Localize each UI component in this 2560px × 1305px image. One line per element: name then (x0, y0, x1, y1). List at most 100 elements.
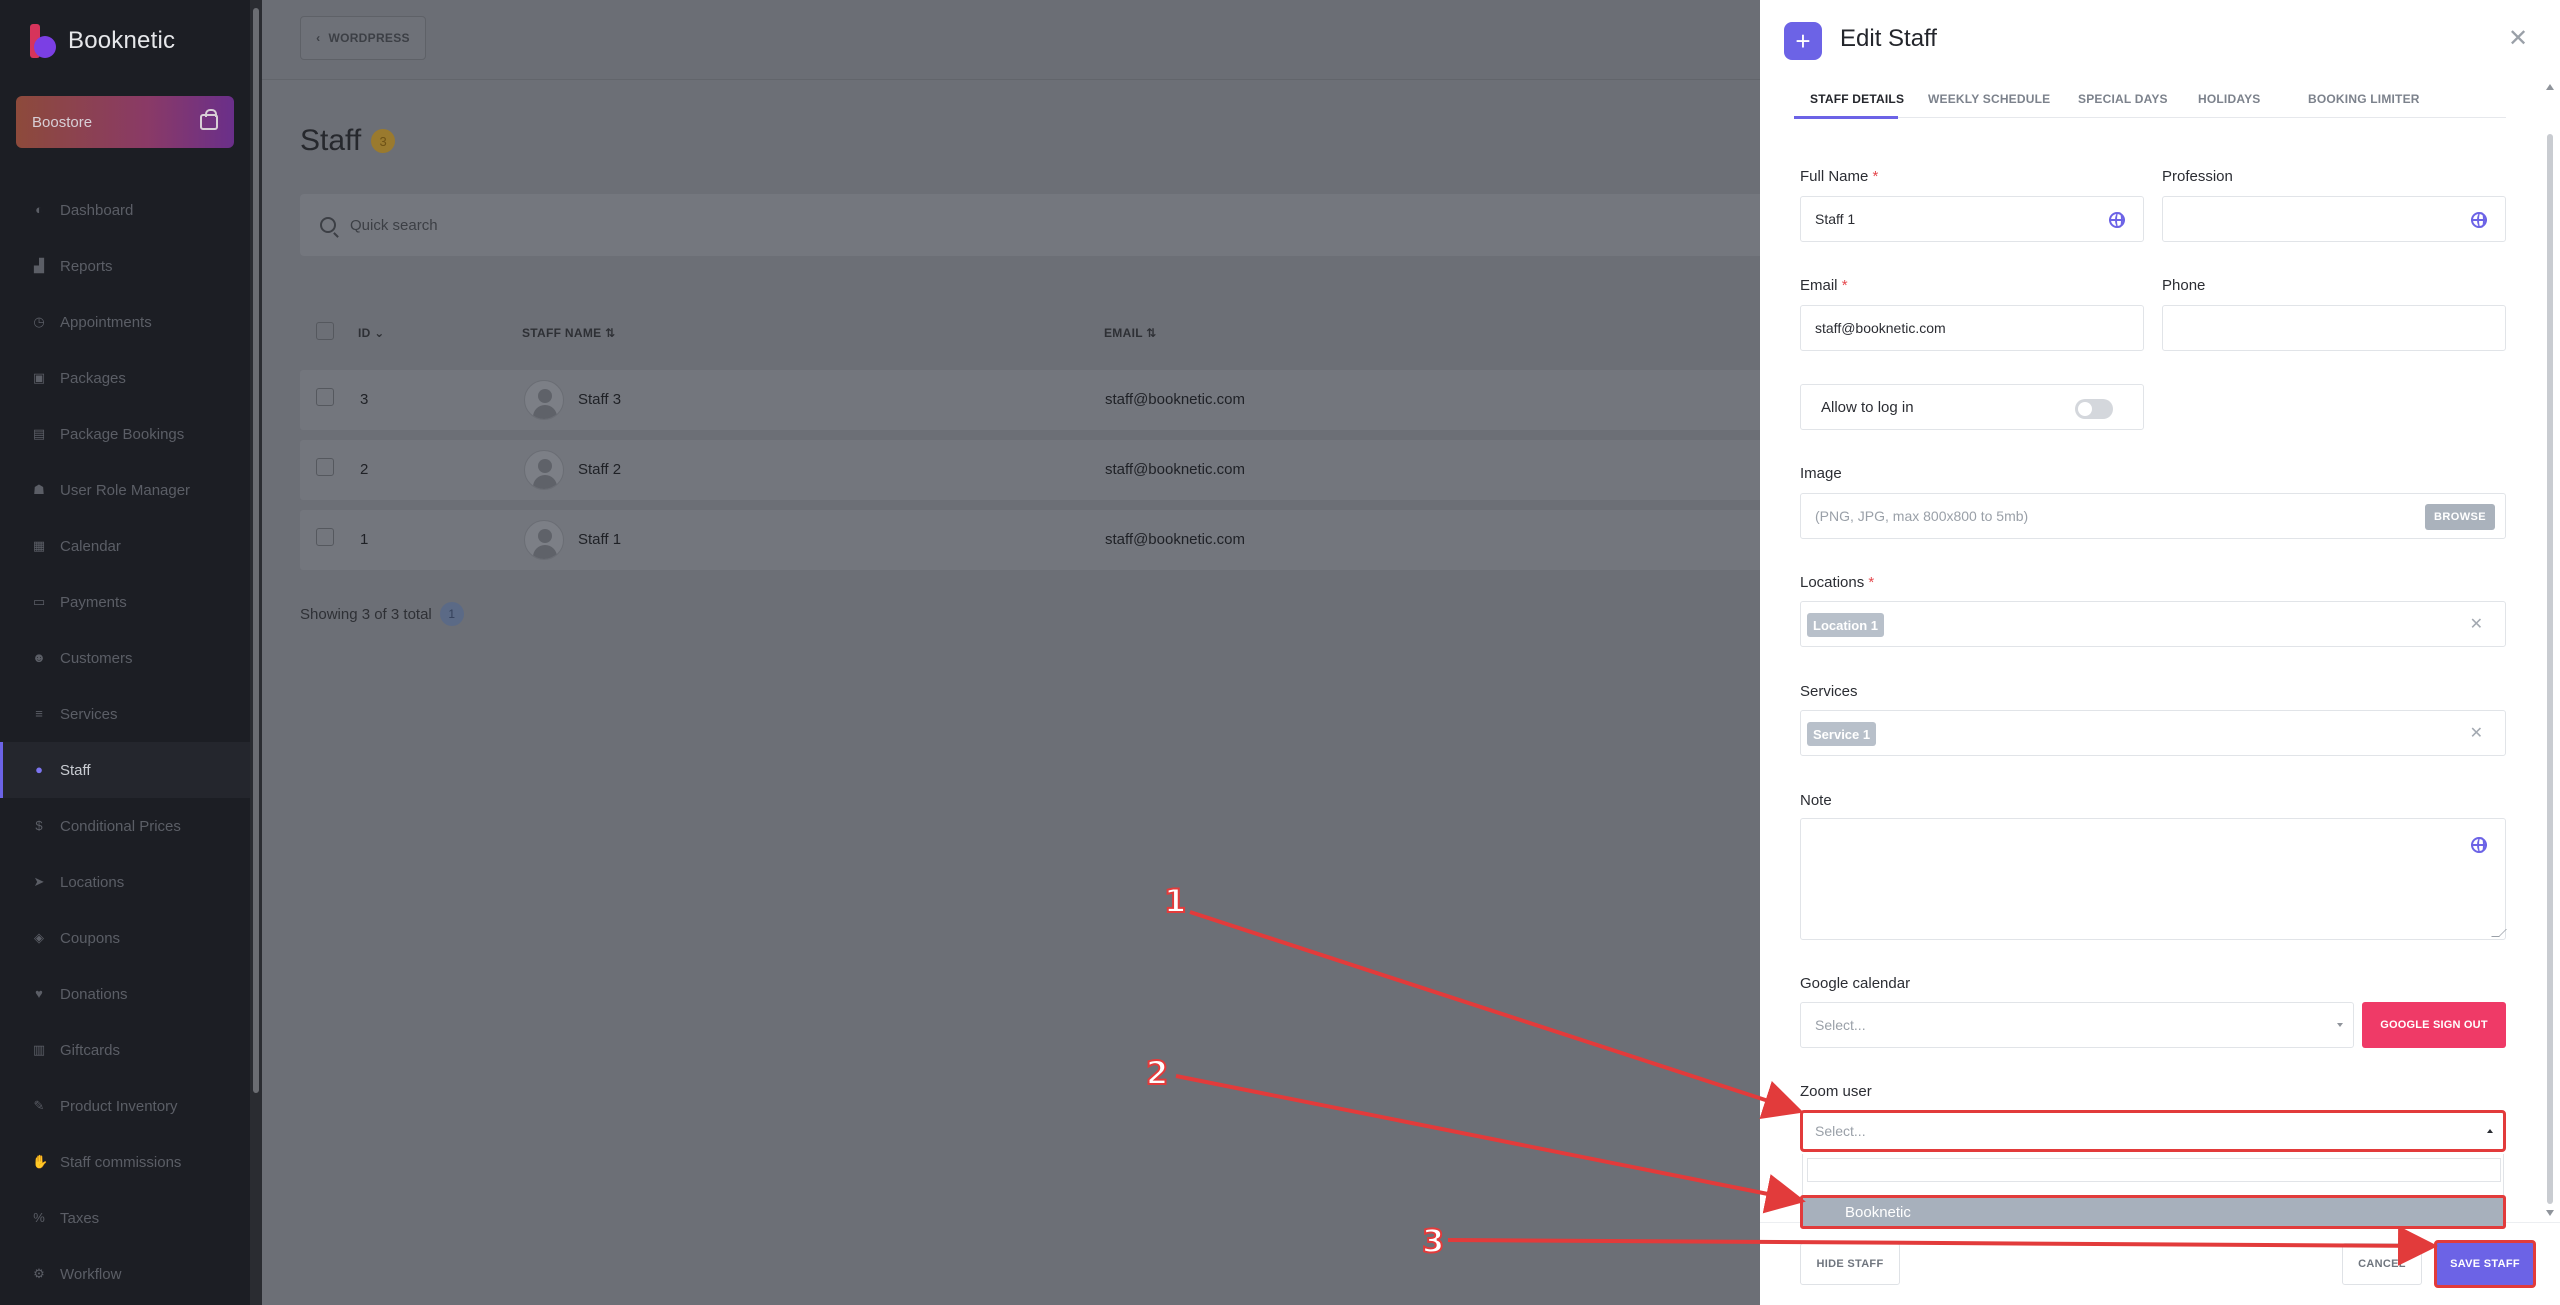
top-bar: ‹ WORDPRESS (262, 0, 1760, 80)
table-row[interactable]: 2 Staff 2 staff@booknetic.com (300, 440, 1780, 500)
booknetic-logo-icon (30, 24, 56, 58)
sidebar-item-user-role-manager[interactable]: ☗ User Role Manager (0, 462, 250, 518)
clear-icon[interactable]: ✕ (2470, 723, 2483, 743)
globe-icon[interactable] (2109, 212, 2125, 228)
sidebar-item-package-bookings[interactable]: ▤ Package Bookings (0, 406, 250, 462)
sidebar-item-calendar[interactable]: ▦ Calendar (0, 518, 250, 574)
sidebar-item-staff-commissions[interactable]: ✋ Staff commissions (0, 1134, 250, 1190)
sidebar-item-reports[interactable]: ▟ Reports (0, 238, 250, 294)
location-tag[interactable]: Location 1 (1807, 613, 1885, 637)
save-staff-button[interactable]: SAVE STAFF (2434, 1240, 2536, 1288)
globe-icon[interactable] (2471, 212, 2487, 228)
hide-staff-button[interactable]: HIDE STAFF (1800, 1243, 1900, 1285)
payments-icon: ▭ (32, 594, 46, 609)
tab-booking-limiter[interactable]: BOOKING LIMITER (2308, 92, 2420, 106)
services-select[interactable]: Service 1 ✕ (1800, 710, 2506, 756)
allow-login-label: Allow to log in (1821, 399, 1914, 416)
panel-tabs: STAFF DETAILS WEEKLY SCHEDULE SPECIAL DA… (1794, 84, 2506, 119)
avatar (524, 380, 564, 420)
calendar-icon: ▦ (32, 538, 46, 553)
clock-icon: ◷ (33, 314, 45, 329)
sidebar-item-giftcards[interactable]: ▥ Giftcards (0, 1022, 250, 1078)
phone-field[interactable] (2162, 305, 2506, 351)
cancel-button[interactable]: CANCEL (2342, 1243, 2422, 1285)
tab-holidays[interactable]: HOLIDAYS (2198, 92, 2261, 106)
giftcard-icon: ▥ (32, 1042, 46, 1057)
sidebar-item-packages[interactable]: ▣ Packages (0, 350, 250, 406)
staff-count-badge: 3 (371, 129, 396, 153)
brand-logo[interactable]: Booknetic (30, 24, 175, 58)
sidebar-item-label: Reports (60, 257, 113, 275)
sidebar-item-services[interactable]: ≡ Services (0, 686, 250, 742)
column-email[interactable]: EMAIL ⇅ (1104, 326, 1157, 340)
resize-handle-icon[interactable] (2491, 929, 2507, 937)
sidebar-item-appointments[interactable]: ◷ Appointments (0, 294, 250, 350)
scroll-up-arrow-icon[interactable] (2546, 84, 2554, 90)
locations-select[interactable]: Location 1 ✕ (1800, 601, 2506, 647)
service-tag[interactable]: Service 1 (1807, 722, 1877, 746)
google-sign-out-button[interactable]: GOOGLE SIGN OUT (2362, 1002, 2506, 1048)
sidebar-item-donations[interactable]: ♥ Donations (0, 966, 250, 1022)
zoom-user-option-booknetic[interactable]: Booknetic (1800, 1195, 2506, 1229)
table-row[interactable]: 1 Staff 1 staff@booknetic.com (300, 510, 1780, 570)
row-checkbox[interactable] (316, 388, 334, 406)
sidebar-item-coupons[interactable]: ◈ Coupons (0, 910, 250, 966)
sidebar-item-customers[interactable]: ☻ Customers (0, 630, 250, 686)
allow-login-box: Allow to log in (1800, 384, 2144, 430)
sidebar-scrollbar[interactable] (250, 0, 262, 1305)
sidebar-item-label: Customers (60, 649, 133, 667)
sidebar-item-label: Package Bookings (60, 425, 185, 443)
allow-login-toggle[interactable] (2075, 399, 2113, 419)
column-id[interactable]: ID ⌄ (358, 326, 385, 340)
row-checkbox[interactable] (316, 458, 334, 476)
globe-icon[interactable] (2471, 837, 2487, 853)
sidebar-item-taxes[interactable]: % Taxes (0, 1190, 250, 1246)
email-label-text: Email (1800, 277, 1838, 294)
sidebar-item-staff[interactable]: ● Staff (0, 742, 250, 798)
boostore-button[interactable]: Boostore (16, 96, 234, 148)
required-mark: * (1872, 168, 1879, 185)
image-upload-field[interactable]: (PNG, JPG, max 800x800 to 5mb) BROWSE (1800, 493, 2506, 539)
full-name-field[interactable]: Staff 1 (1800, 196, 2144, 242)
sidebar-item-dashboard[interactable]: ◐ Dashboard (0, 182, 250, 238)
page-number-button[interactable]: 1 (439, 602, 464, 626)
quick-search[interactable]: Quick search (300, 194, 1780, 256)
close-icon[interactable]: ✕ (2508, 24, 2528, 53)
back-to-wordpress-button[interactable]: ‹ WORDPRESS (300, 16, 426, 60)
locations-label-text: Locations (1800, 574, 1865, 591)
email-field[interactable]: staff@booknetic.com (1800, 305, 2144, 351)
note-textarea[interactable] (1800, 818, 2507, 940)
column-id-label: ID (358, 326, 371, 340)
tab-staff-details[interactable]: STAFF DETAILS (1810, 92, 1904, 106)
avatar (524, 520, 564, 560)
select-all-checkbox[interactable] (316, 322, 334, 340)
sidebar-item-payments[interactable]: ▭ Payments (0, 574, 250, 630)
sidebar-item-label: Donations (60, 985, 128, 1003)
tab-special-days[interactable]: SPECIAL DAYS (2078, 92, 2168, 106)
sidebar-item-workflow[interactable]: ⚙ Workflow (0, 1246, 250, 1302)
dropdown-search-input[interactable] (1807, 1158, 2501, 1182)
row-checkbox[interactable] (316, 528, 334, 546)
staff-name: Staff 3 (578, 391, 622, 408)
zoom-user-select[interactable]: Select... (1800, 1110, 2506, 1152)
annotation-number-3: 3 (1421, 1221, 1445, 1261)
panel-scrollbar[interactable] (2546, 80, 2554, 1216)
table-row[interactable]: 3 Staff 3 staff@booknetic.com (300, 370, 1780, 430)
clear-icon[interactable]: ✕ (2470, 614, 2483, 634)
showing-text: Showing 3 of 3 total (300, 605, 432, 623)
browse-button[interactable]: BROWSE (2425, 504, 2495, 530)
google-calendar-select[interactable]: Select... (1800, 1002, 2354, 1048)
column-staff-name[interactable]: STAFF NAME ⇅ (522, 326, 615, 340)
required-mark: * (1868, 574, 1875, 591)
search-icon (320, 217, 336, 233)
tab-weekly-schedule[interactable]: WEEKLY SCHEDULE (1928, 92, 2050, 106)
sidebar-item-product-inventory[interactable]: ✎ Product Inventory (0, 1078, 250, 1134)
sidebar-item-label: User Role Manager (60, 481, 191, 499)
sidebar-item-conditional-prices[interactable]: $ Conditional Prices (0, 798, 250, 854)
staff-email: staff@booknetic.com (1105, 531, 1246, 548)
panel-header: + Edit Staff ✕ (1760, 0, 2560, 80)
avatar (524, 450, 564, 490)
sidebar-item-locations[interactable]: ➤ Locations (0, 854, 250, 910)
profession-field[interactable] (2162, 196, 2506, 242)
scroll-down-arrow-icon[interactable] (2546, 1210, 2554, 1216)
